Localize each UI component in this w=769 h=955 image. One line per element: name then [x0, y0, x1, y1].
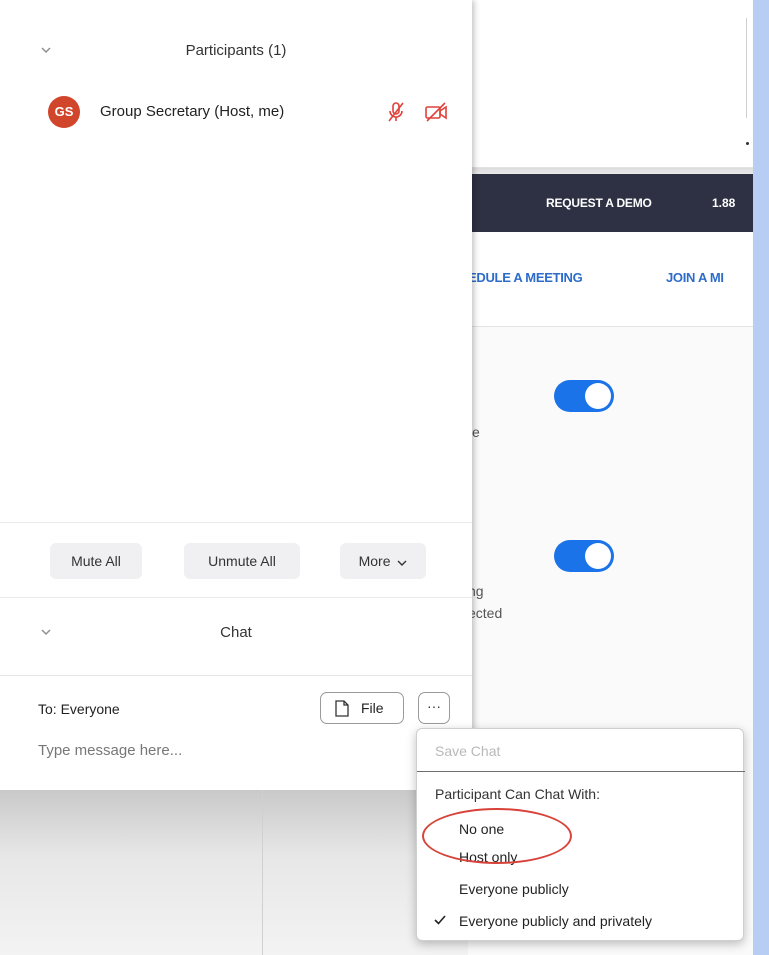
- chat-header: Chat: [0, 614, 472, 654]
- window-edge-strip: [753, 0, 769, 955]
- bottom-divider-line: [262, 790, 263, 955]
- webpage-top-area: [468, 0, 753, 168]
- save-chat-menu-item: Save Chat: [435, 743, 501, 759]
- chat-divider: [0, 675, 472, 676]
- option-no-one[interactable]: No one: [417, 815, 745, 843]
- participants-title: Participants (1): [185, 42, 287, 59]
- video-off-icon[interactable]: [424, 100, 448, 124]
- more-label: More: [358, 553, 391, 569]
- chat-title: Chat: [220, 624, 252, 641]
- chat-options-menu: Save Chat Participant Can Chat With: No …: [416, 728, 745, 941]
- avatar: GS: [48, 96, 80, 128]
- chat-message-input[interactable]: [38, 738, 438, 762]
- chevron-down-icon: [397, 544, 407, 580]
- schedule-meeting-link[interactable]: EDULE A MEETING: [468, 270, 583, 285]
- file-button[interactable]: File: [320, 692, 404, 724]
- chat-more-button[interactable]: ···: [418, 692, 450, 724]
- setting-label-2-line2: ected: [468, 605, 503, 621]
- participant-name: Group Secretary (Host, me): [100, 103, 285, 120]
- request-demo-link[interactable]: REQUEST A DEMO: [546, 196, 652, 210]
- phone-number-link[interactable]: 1.88: [712, 196, 735, 210]
- file-icon: [335, 700, 349, 717]
- setting-toggle-2[interactable]: [554, 540, 614, 572]
- zoom-side-panel: Participants (1) GS Group Secretary (Hos…: [0, 0, 472, 790]
- option-label: Everyone publicly and privately: [459, 913, 652, 929]
- participants-header: Participants (1): [0, 32, 472, 72]
- chat-recipient-selector[interactable]: To: Everyone: [38, 701, 120, 717]
- webpage-subnav: EDULE A MEETING JOIN A MI: [468, 232, 753, 327]
- join-meeting-link[interactable]: JOIN A MI: [666, 270, 724, 285]
- webpage-navbar: REQUEST A DEMO 1.88: [468, 174, 753, 232]
- mute-all-button[interactable]: Mute All: [50, 543, 142, 579]
- option-label: Everyone publicly: [459, 881, 569, 897]
- option-host-only[interactable]: Host only: [417, 843, 745, 871]
- bottom-window-area: [0, 790, 468, 955]
- unmute-all-button[interactable]: Unmute All: [184, 543, 300, 579]
- participant-actions: Mute All Unmute All More: [0, 522, 472, 598]
- setting-toggle-1[interactable]: [554, 380, 614, 412]
- option-everyone-publicly[interactable]: Everyone publicly: [417, 875, 745, 903]
- microphone-muted-icon[interactable]: [384, 100, 408, 124]
- option-label: No one: [459, 821, 505, 837]
- menu-separator: [417, 771, 745, 772]
- option-everyone-publicly-and-privately[interactable]: Everyone publicly and privately: [417, 907, 745, 935]
- checkmark-icon: [433, 913, 447, 927]
- participant-row[interactable]: GS Group Secretary (Host, me): [48, 96, 458, 128]
- option-label: Host only: [459, 849, 518, 865]
- webpage-dot: [746, 142, 749, 145]
- webpage-edge-line: [746, 18, 747, 118]
- file-label: File: [361, 700, 384, 716]
- more-button[interactable]: More: [340, 543, 426, 579]
- setting-label-1: e: [472, 424, 480, 440]
- menu-heading: Participant Can Chat With:: [435, 786, 600, 802]
